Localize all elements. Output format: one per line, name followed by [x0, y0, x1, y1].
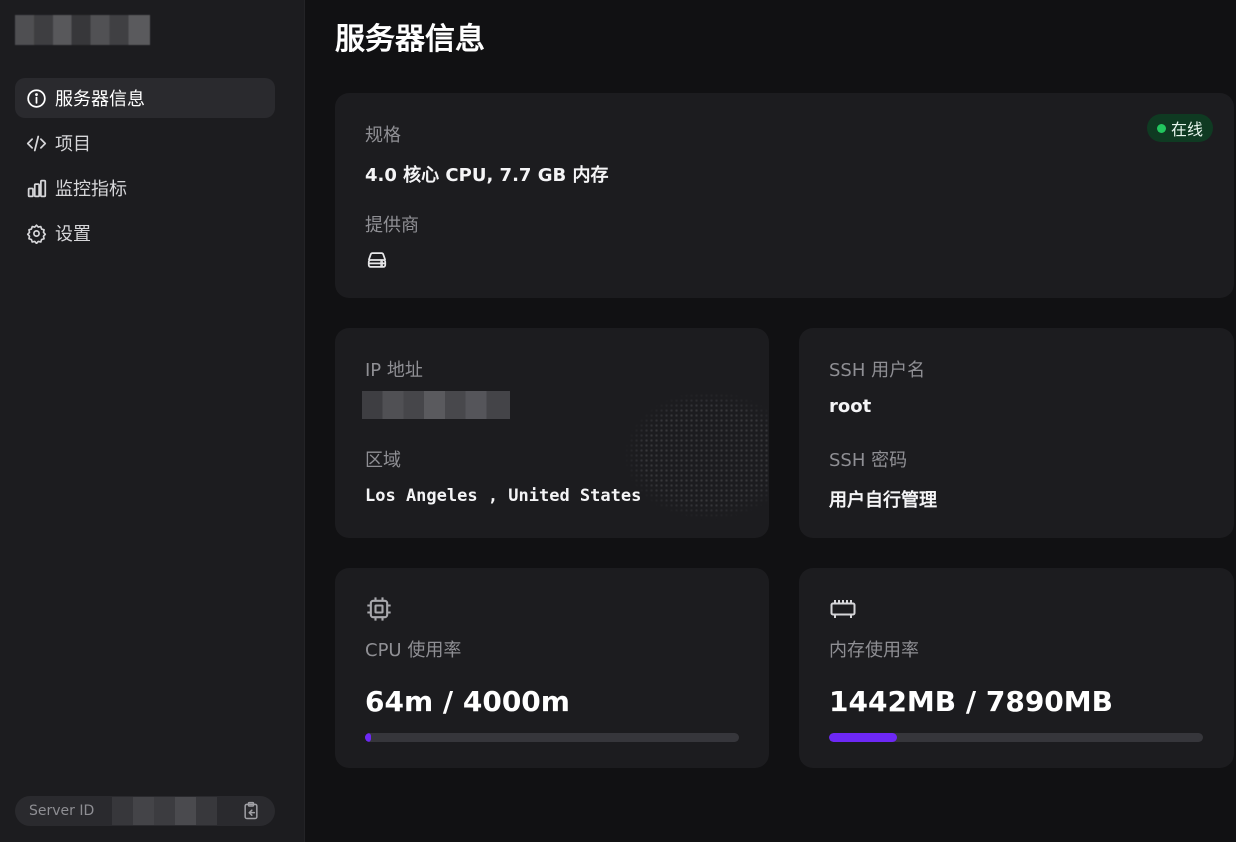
spec-value: 4.0 核心 CPU, 7.7 GB 内存 — [365, 165, 609, 186]
sidebar-item-label: 设置 — [55, 224, 91, 245]
memory-progress-bar — [829, 733, 1203, 742]
spec-label: 规格 — [365, 125, 401, 146]
region-label: 区域 — [365, 450, 401, 471]
ssh-user-value: root — [829, 396, 872, 417]
server-icon — [366, 249, 388, 271]
memory-progress-fill — [829, 733, 898, 742]
server-id-field: Server ID — [15, 796, 275, 826]
ssh-card: SSH 用户名 root SSH 密码 用户自行管理 — [799, 328, 1234, 538]
status-text: 在线 — [1170, 120, 1203, 139]
sidebar-item-metrics[interactable]: 监控指标 — [15, 168, 275, 208]
memory-value: 1442MB / 7890MB — [829, 685, 1113, 718]
sidebar-item-label: 监控指标 — [55, 179, 127, 200]
copy-icon[interactable] — [241, 801, 261, 821]
ip-value-redacted — [362, 391, 510, 419]
cpu-icon — [365, 595, 393, 623]
sidebar: 服务器信息 项目 监控指标 设置 Server ID — [0, 0, 305, 842]
status-badge: 在线 — [1146, 114, 1213, 142]
cpu-progress-bar — [365, 733, 739, 742]
sidebar-item-label: 服务器信息 — [55, 89, 145, 110]
sidebar-nav: 服务器信息 项目 监控指标 设置 — [15, 78, 275, 258]
provider-label: 提供商 — [365, 215, 419, 236]
info-icon — [25, 87, 47, 109]
network-card: IP 地址 区域 Los Angeles , United States — [335, 328, 769, 538]
spec-card: 规格 4.0 核心 CPU, 7.7 GB 内存 提供商 在线 — [335, 93, 1234, 298]
gear-icon — [25, 222, 47, 244]
status-dot — [1156, 123, 1166, 133]
sidebar-item-settings[interactable]: 设置 — [15, 213, 275, 253]
ssh-user-label: SSH 用户名 — [829, 360, 926, 381]
sidebar-item-label: 项目 — [55, 134, 91, 155]
bar-chart-icon — [25, 177, 47, 199]
page-title: 服务器信息 — [335, 22, 485, 57]
sidebar-item-projects[interactable]: 项目 — [15, 123, 275, 163]
cpu-value: 64m / 4000m — [365, 685, 570, 718]
world-map-decoration — [599, 388, 769, 538]
ssh-password-value: 用户自行管理 — [829, 490, 937, 511]
memory-label: 内存使用率 — [829, 640, 919, 661]
region-value: Los Angeles , United States — [365, 486, 642, 506]
memory-card: 内存使用率 1442MB / 7890MB — [799, 568, 1234, 768]
code-icon — [25, 132, 47, 154]
server-id-value-redacted — [112, 797, 218, 825]
cpu-label: CPU 使用率 — [365, 640, 462, 661]
ip-label: IP 地址 — [365, 360, 423, 381]
logo — [15, 15, 150, 45]
cpu-card: CPU 使用率 64m / 4000m — [335, 568, 769, 768]
ssh-password-label: SSH 密码 — [829, 450, 908, 471]
memory-icon — [829, 595, 857, 623]
server-id-label: Server ID — [29, 803, 95, 819]
cpu-progress-fill — [365, 733, 371, 742]
sidebar-item-server-info[interactable]: 服务器信息 — [15, 78, 275, 118]
